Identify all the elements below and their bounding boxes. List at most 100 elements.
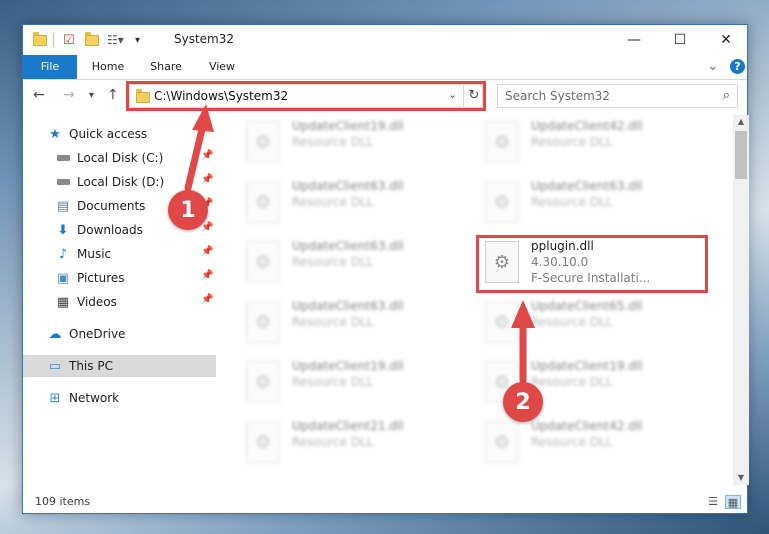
list-item[interactable]: ⚙ UpdateClient19.dll Resource DLL [240, 115, 460, 169]
file-name: UpdateClient63.dll [292, 239, 404, 253]
file-list: ⚙ UpdateClient19.dll Resource DLL ⚙ Upda… [218, 115, 733, 485]
dll-file-icon: ⚙ [246, 181, 280, 223]
file-name: UpdateClient19.dll [531, 359, 643, 373]
file-name: UpdateClient19.dll [292, 119, 404, 133]
drive-icon [55, 150, 71, 166]
search-input[interactable]: Search System32 [505, 89, 610, 103]
file-name: UpdateClient19.dll [292, 359, 404, 373]
recent-locations-icon[interactable]: ▾ [89, 90, 94, 101]
forward-arrow-icon[interactable]: → [63, 87, 75, 103]
app-folder-icon [33, 31, 47, 49]
dll-file-icon: ⚙ [246, 301, 280, 343]
toolbar-divider [53, 33, 54, 47]
file-type: Resource DLL [531, 135, 613, 149]
search-icon[interactable]: ⌕ [723, 88, 730, 103]
file-type: Resource DLL [292, 195, 374, 209]
close-button[interactable]: ✕ [703, 25, 749, 55]
file-type: Resource DLL [292, 435, 374, 449]
dll-file-icon: ⚙ [246, 121, 280, 163]
list-item[interactable]: ⚙ UpdateClient21.dll Resource DLL [240, 415, 460, 469]
properties-icon[interactable]: ☑ [63, 31, 75, 49]
dll-file-icon: ⚙ [485, 181, 519, 223]
file-type: Resource DLL [292, 135, 374, 149]
large-icons-view-icon[interactable]: ▦ [725, 495, 741, 509]
sidebar-item-pictures[interactable]: ▣ Pictures 📌 [23, 267, 216, 289]
dll-file-icon: ⚙ [246, 361, 280, 403]
tab-file[interactable]: File [23, 55, 77, 79]
file-type: Resource DLL [292, 375, 374, 389]
documents-icon: ▤ [56, 198, 70, 214]
network-icon: ⊞ [49, 390, 61, 406]
minimize-button[interactable]: — [611, 25, 657, 55]
maximize-button[interactable]: ☐ [657, 25, 703, 55]
sidebar-item-label: Network [69, 391, 120, 405]
file-type: Resource DLL [531, 315, 613, 329]
sidebar-item-local-disk-c[interactable]: Local Disk (C:) 📌 [23, 147, 216, 169]
list-item[interactable]: ⚙ UpdateClient63.dll Resource DLL [479, 175, 699, 229]
list-item[interactable]: ⚙ UpdateClient65.dll Resource DLL [479, 295, 699, 349]
sidebar-item-label: Local Disk (D:) [77, 175, 165, 189]
customize-quick-access-icon[interactable]: ☷▾ [107, 31, 124, 49]
pin-icon: 📌 [201, 294, 214, 305]
new-folder-icon[interactable] [85, 31, 99, 49]
item-count: 109 items [35, 495, 91, 508]
status-bar: 109 items ☰ ▦ [23, 491, 747, 513]
list-item[interactable]: ⚙ UpdateClient63.dll Resource DLL [240, 175, 460, 229]
sidebar-item-onedrive[interactable]: ☁ OneDrive [23, 323, 216, 345]
list-item[interactable]: ⚙ UpdateClient63.dll Resource DLL [240, 295, 460, 349]
sidebar-item-label: Documents [77, 199, 146, 213]
up-arrow-icon[interactable]: ↑ [107, 87, 119, 103]
ribbon-expand-icon[interactable]: ⌄ [707, 58, 719, 74]
tab-share[interactable]: Share [143, 55, 189, 79]
file-name: UpdateClient63.dll [531, 179, 643, 193]
file-name: UpdateClient42.dll [531, 119, 643, 133]
scroll-thumb[interactable] [735, 131, 747, 179]
star-icon: ★ [49, 126, 61, 142]
tab-view[interactable]: View [199, 55, 245, 79]
search-box[interactable]: Search System32 ⌕ [497, 84, 738, 108]
cloud-icon: ☁ [48, 326, 62, 342]
sidebar-item-label: OneDrive [69, 327, 126, 341]
list-item[interactable]: ⚙ UpdateClient19.dll Resource DLL [240, 355, 460, 409]
scroll-down-icon[interactable]: ▼ [733, 471, 749, 485]
file-name: UpdateClient65.dll [531, 299, 643, 313]
file-name: UpdateClient63.dll [292, 179, 404, 193]
list-item[interactable]: ⚙ UpdateClient63.dll Resource DLL [240, 235, 460, 289]
videos-icon: ▦ [56, 294, 70, 310]
dll-file-icon: ⚙ [485, 121, 519, 163]
sidebar-item-network[interactable]: ⊞ Network [23, 387, 216, 409]
drive-icon [55, 174, 71, 190]
annotation-callout-2: 2 [503, 382, 543, 422]
details-view-icon[interactable]: ☰ [705, 495, 721, 509]
file-type: Resource DLL [292, 315, 374, 329]
dll-file-icon: ⚙ [246, 421, 280, 463]
vertical-scrollbar[interactable]: ▲ ▼ [733, 115, 749, 485]
file-name: UpdateClient42.dll [531, 419, 643, 433]
back-arrow-icon[interactable]: ← [33, 87, 45, 103]
sidebar-item-quick-access[interactable]: ★ Quick access [23, 123, 216, 145]
pin-icon: 📌 [201, 174, 214, 185]
pplugin-highlight-box [476, 235, 708, 293]
list-item[interactable]: ⚙ UpdateClient42.dll Resource DLL [479, 115, 699, 169]
pin-icon: 📌 [201, 270, 214, 281]
dll-file-icon: ⚙ [485, 421, 519, 463]
music-icon: ♪ [58, 246, 68, 262]
title-bar: ☑ ☷▾ ▾ System32 — ☐ ✕ [23, 25, 747, 55]
list-item[interactable]: ⚙ UpdateClient42.dll Resource DLL [479, 415, 699, 469]
file-type: Resource DLL [531, 195, 613, 209]
sidebar-item-this-pc[interactable]: ▭ This PC [23, 355, 216, 377]
scroll-up-icon[interactable]: ▲ [733, 115, 749, 129]
address-highlight-box [126, 81, 486, 111]
sidebar-item-label: Music [77, 247, 112, 261]
file-type: Resource DLL [531, 435, 613, 449]
tab-home[interactable]: Home [85, 55, 131, 79]
help-icon[interactable]: ? [730, 59, 745, 74]
sidebar-item-videos[interactable]: ▦ Videos 📌 [23, 291, 216, 313]
sidebar-item-music[interactable]: ♪ Music 📌 [23, 243, 216, 265]
pictures-icon: ▣ [56, 270, 70, 286]
quick-access-dropdown-icon[interactable]: ▾ [135, 31, 140, 49]
pin-icon: 📌 [201, 246, 214, 257]
annotation-callout-1: 1 [168, 190, 208, 230]
download-icon: ⬇ [57, 222, 69, 238]
sidebar-item-label: Downloads [77, 223, 143, 237]
